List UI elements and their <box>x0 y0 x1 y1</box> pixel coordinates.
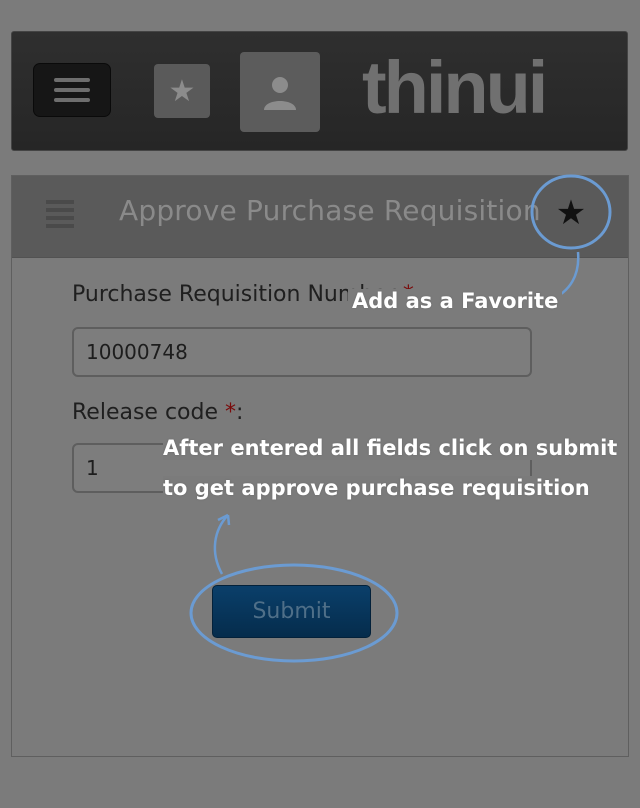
submit-annotation-line2: to get approve purchase requisition <box>163 476 590 500</box>
submit-annotation-line1: After entered all fields click on submit <box>163 436 618 460</box>
annotation-overlay <box>189 174 612 663</box>
favorite-annotation: Add as a Favorite <box>348 289 563 313</box>
